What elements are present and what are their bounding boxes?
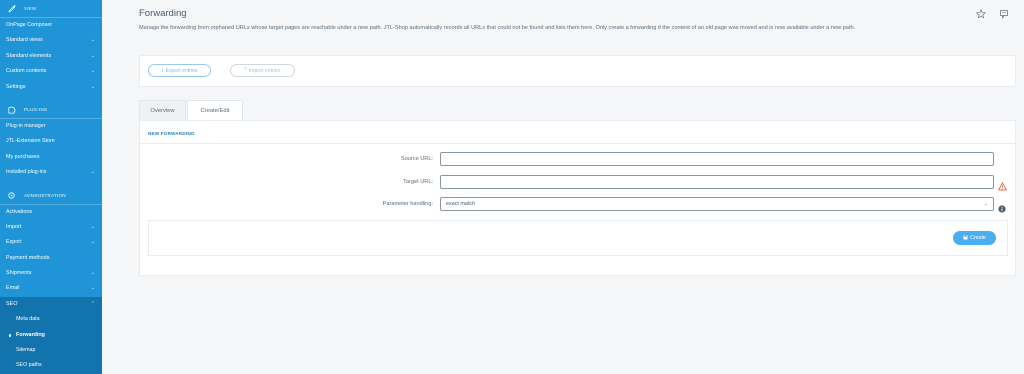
sidebar-subitem-seo-paths[interactable]: SEO paths: [0, 358, 102, 374]
sidebar-item-payment-methods[interactable]: Payment methods: [0, 251, 102, 266]
divider: [140, 143, 1016, 144]
sidebar-item-custom-contents[interactable]: Custom contents ⌄: [0, 64, 102, 79]
tab-create-edit[interactable]: Create/Edit: [187, 100, 243, 120]
sidebar-subitem-forwarding[interactable]: Forwarding: [0, 327, 102, 344]
brush-icon: [6, 4, 16, 14]
chevron-down-icon: ⌄: [90, 223, 95, 230]
tab-overview[interactable]: Overview: [139, 100, 186, 120]
sidebar-subitem-meta-data[interactable]: Meta data: [0, 312, 102, 328]
sidebar-item-import[interactable]: Import ⌄: [0, 220, 102, 235]
sidebar-item-email[interactable]: Email ⌄: [0, 281, 102, 296]
sidebar-item-seo[interactable]: SEO ⌃: [0, 296, 102, 313]
target-url-label: Target URL:: [403, 179, 433, 185]
feedback-icon[interactable]: [998, 8, 1009, 19]
chevron-down-icon: ⌄: [90, 239, 95, 246]
sidebar-item-activations[interactable]: Activations: [0, 205, 102, 220]
target-url-input[interactable]: [440, 175, 994, 189]
page-title: Forwarding: [139, 8, 187, 19]
chevron-down-icon: ⌄: [90, 169, 95, 176]
sidebar-item-my-purchases[interactable]: My purchases: [0, 150, 102, 165]
parameter-handling-select[interactable]: exact match ⌄: [440, 197, 994, 211]
sidebar-item-onpage-composer[interactable]: OnPage Composer: [0, 18, 102, 33]
chevron-down-icon: ⌄: [90, 83, 95, 90]
sidebar: View OnPage Composer Standard views ⌄ Sta…: [0, 0, 102, 374]
create-button[interactable]: Create: [953, 231, 996, 245]
form-footer: [148, 220, 1008, 256]
puzzle-icon: [6, 104, 16, 114]
parameter-handling-label: Parameter handling:: [382, 201, 433, 207]
sidebar-item-extension-store[interactable]: JTL-Extension Store: [0, 134, 102, 149]
sidebar-subitem-sitemap[interactable]: Sitemap: [0, 343, 102, 359]
source-url-input[interactable]: [440, 152, 994, 166]
sidebar-section-view: View: [0, 0, 102, 18]
warning-icon: [997, 178, 1008, 191]
sidebar-item-installed-plugins[interactable]: Installed plug-ins ⌄: [0, 165, 102, 180]
section-title: New forwarding: [148, 131, 195, 136]
page-description: Manage the forwarding from orphaned URLs…: [139, 25, 856, 31]
sidebar-item-standard-views[interactable]: Standard views ⌄: [0, 33, 102, 48]
import-entries-button[interactable]: ⤒ Import entries: [230, 64, 295, 77]
chevron-down-icon: ⌄: [90, 52, 95, 59]
sidebar-item-plugin-manager[interactable]: Plug-in manager: [0, 119, 102, 134]
sidebar-section-plugins: Plug-ins: [0, 101, 102, 119]
source-url-label: Source URL:: [400, 156, 433, 162]
chevron-up-icon: ⌃: [90, 300, 95, 307]
gear-icon: [6, 190, 16, 200]
sidebar-item-export[interactable]: Export ⌄: [0, 235, 102, 250]
star-icon[interactable]: [975, 8, 986, 19]
sidebar-section-administration: Administration: [0, 187, 102, 205]
sidebar-item-standard-elements[interactable]: Standard elements ⌄: [0, 49, 102, 64]
export-entries-button[interactable]: ⤓ Export entries: [148, 64, 211, 77]
sidebar-item-shipments[interactable]: Shipments ⌄: [0, 266, 102, 281]
chevron-down-icon: ⌄: [90, 37, 95, 44]
download-icon: ⤓: [161, 67, 164, 73]
info-icon[interactable]: [998, 200, 1006, 213]
chevron-down-icon: ⌄: [90, 270, 95, 277]
active-dot-icon: [9, 334, 12, 337]
chevron-down-icon: ⌄: [90, 68, 95, 75]
chevron-down-icon: ⌄: [983, 201, 988, 207]
upload-icon: ⤒: [244, 67, 247, 73]
sidebar-item-settings[interactable]: Settings ⌄: [0, 80, 102, 95]
save-icon: [963, 235, 968, 242]
chevron-down-icon: ⌄: [90, 285, 95, 292]
